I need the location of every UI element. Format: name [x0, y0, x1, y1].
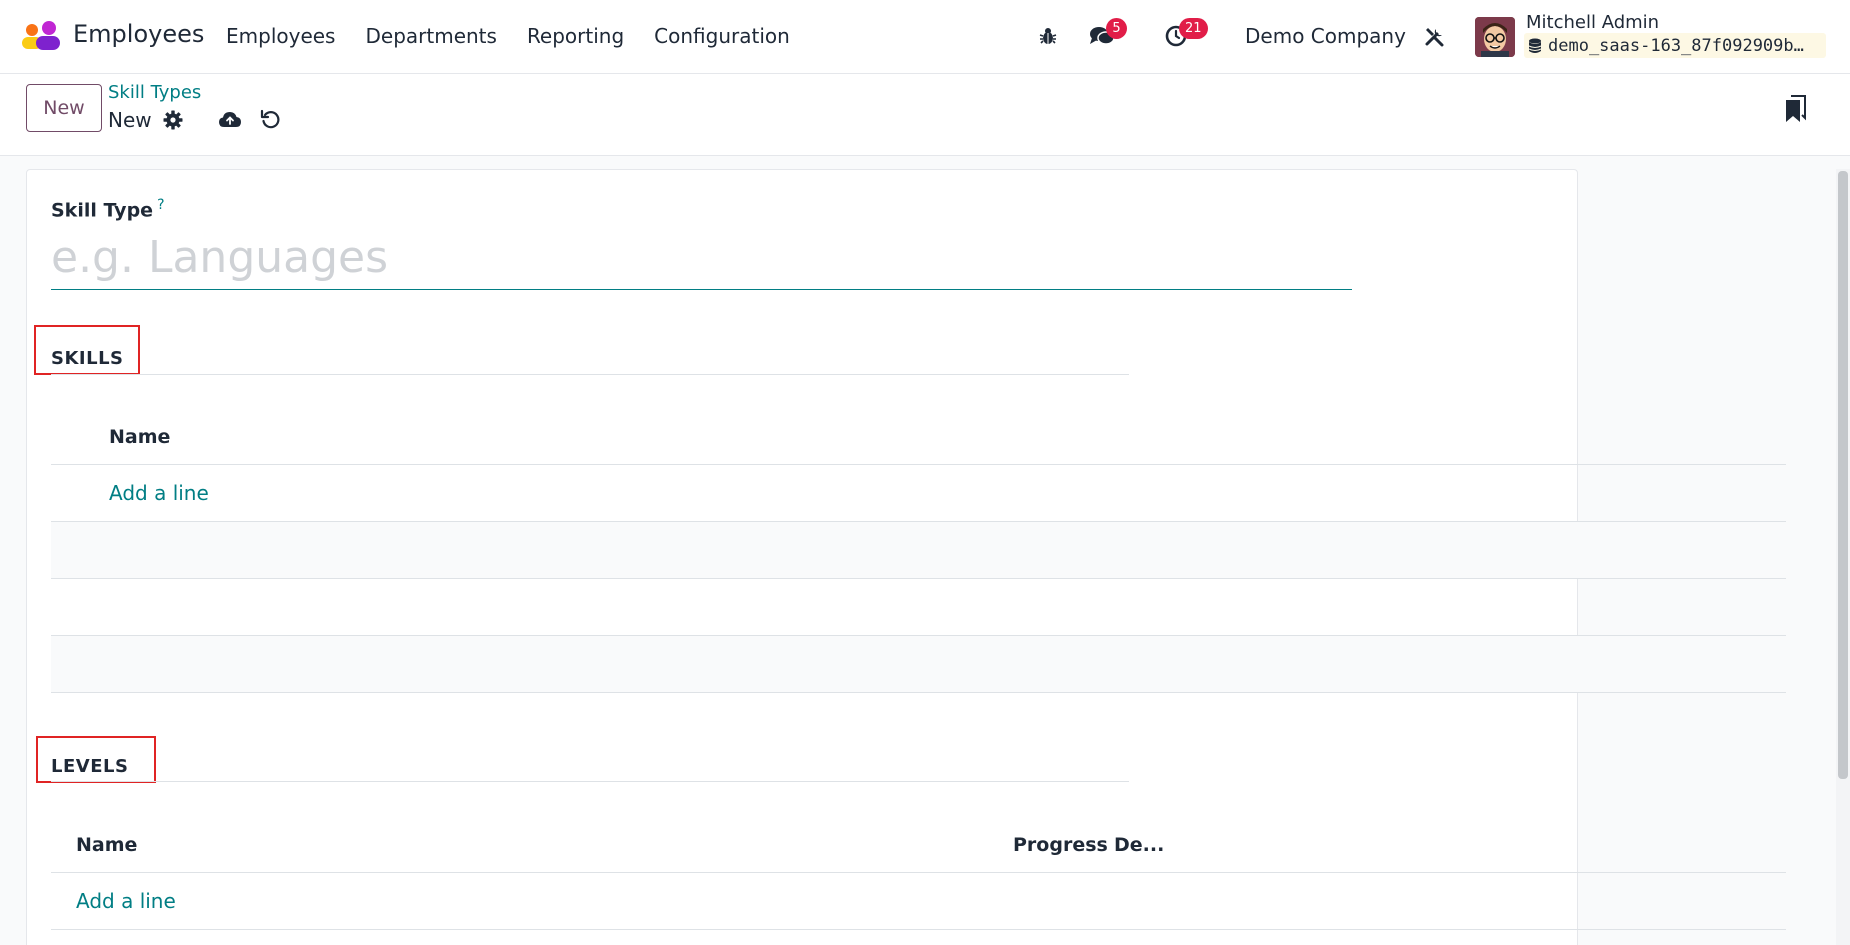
levels-section-divider	[51, 781, 1129, 782]
skills-empty-row	[51, 522, 1786, 578]
skills-header-divider	[51, 464, 1786, 465]
skills-column-name[interactable]: Name	[109, 426, 170, 448]
skills-empty-row	[51, 636, 1786, 692]
database-tag: demo_saas-163_87f092909b…	[1524, 33, 1826, 58]
user-avatar[interactable]	[1475, 17, 1515, 57]
menu-employees[interactable]: Employees	[226, 24, 335, 48]
levels-column-default[interactable]: De...	[1114, 834, 1164, 856]
undo-icon[interactable]	[259, 108, 283, 132]
app-name[interactable]: Employees	[73, 20, 204, 48]
gear-icon[interactable]	[161, 108, 185, 132]
control-panel: New Skill Types New	[0, 74, 1850, 156]
database-name: demo_saas-163_87f092909b…	[1548, 35, 1804, 56]
skill-type-label: Skill Type?	[51, 197, 165, 221]
activities-badge: 21	[1179, 18, 1208, 39]
skill-type-input[interactable]	[51, 226, 1352, 290]
main-menu: Employees Departments Reporting Configur…	[226, 24, 790, 48]
form-sheet: Skill Type? SKILLS Name Add a line LEVEL…	[26, 169, 1786, 945]
bookmark-icon[interactable]	[1783, 94, 1807, 124]
help-tooltip-icon[interactable]: ?	[157, 197, 164, 213]
page-scrollbar-thumb[interactable]	[1838, 171, 1848, 779]
levels-column-progress[interactable]: Progress	[1013, 834, 1108, 856]
skills-empty-row	[51, 579, 1786, 635]
employees-app-icon[interactable]	[20, 21, 62, 51]
new-button[interactable]: New	[26, 84, 102, 132]
skills-row-divider	[51, 692, 1786, 693]
levels-add-line-link[interactable]: Add a line	[76, 889, 176, 913]
menu-configuration[interactable]: Configuration	[654, 24, 790, 48]
company-switcher[interactable]: Demo Company	[1245, 24, 1406, 48]
database-icon	[1528, 38, 1542, 53]
levels-row-divider	[51, 929, 1786, 930]
skills-section-divider	[51, 374, 1129, 375]
levels-section-title: LEVELS	[51, 756, 129, 777]
menu-reporting[interactable]: Reporting	[527, 24, 624, 48]
levels-column-name[interactable]: Name	[76, 834, 137, 856]
user-name[interactable]: Mitchell Admin	[1526, 12, 1659, 33]
skill-type-label-text: Skill Type	[51, 199, 154, 222]
tools-icon[interactable]	[1421, 22, 1449, 50]
cloud-upload-icon[interactable]	[218, 108, 242, 132]
skills-section-title: SKILLS	[51, 348, 124, 369]
debug-bug-icon[interactable]	[1034, 22, 1062, 50]
messages-badge: 5	[1106, 18, 1127, 39]
skills-add-line-link[interactable]: Add a line	[109, 481, 209, 505]
menu-departments[interactable]: Departments	[365, 24, 496, 48]
breadcrumb-skill-types[interactable]: Skill Types	[108, 82, 201, 103]
levels-header-divider	[51, 872, 1786, 873]
main-navbar: Employees Employees Departments Reportin…	[0, 0, 1850, 74]
breadcrumb-current-record: New	[108, 108, 152, 132]
